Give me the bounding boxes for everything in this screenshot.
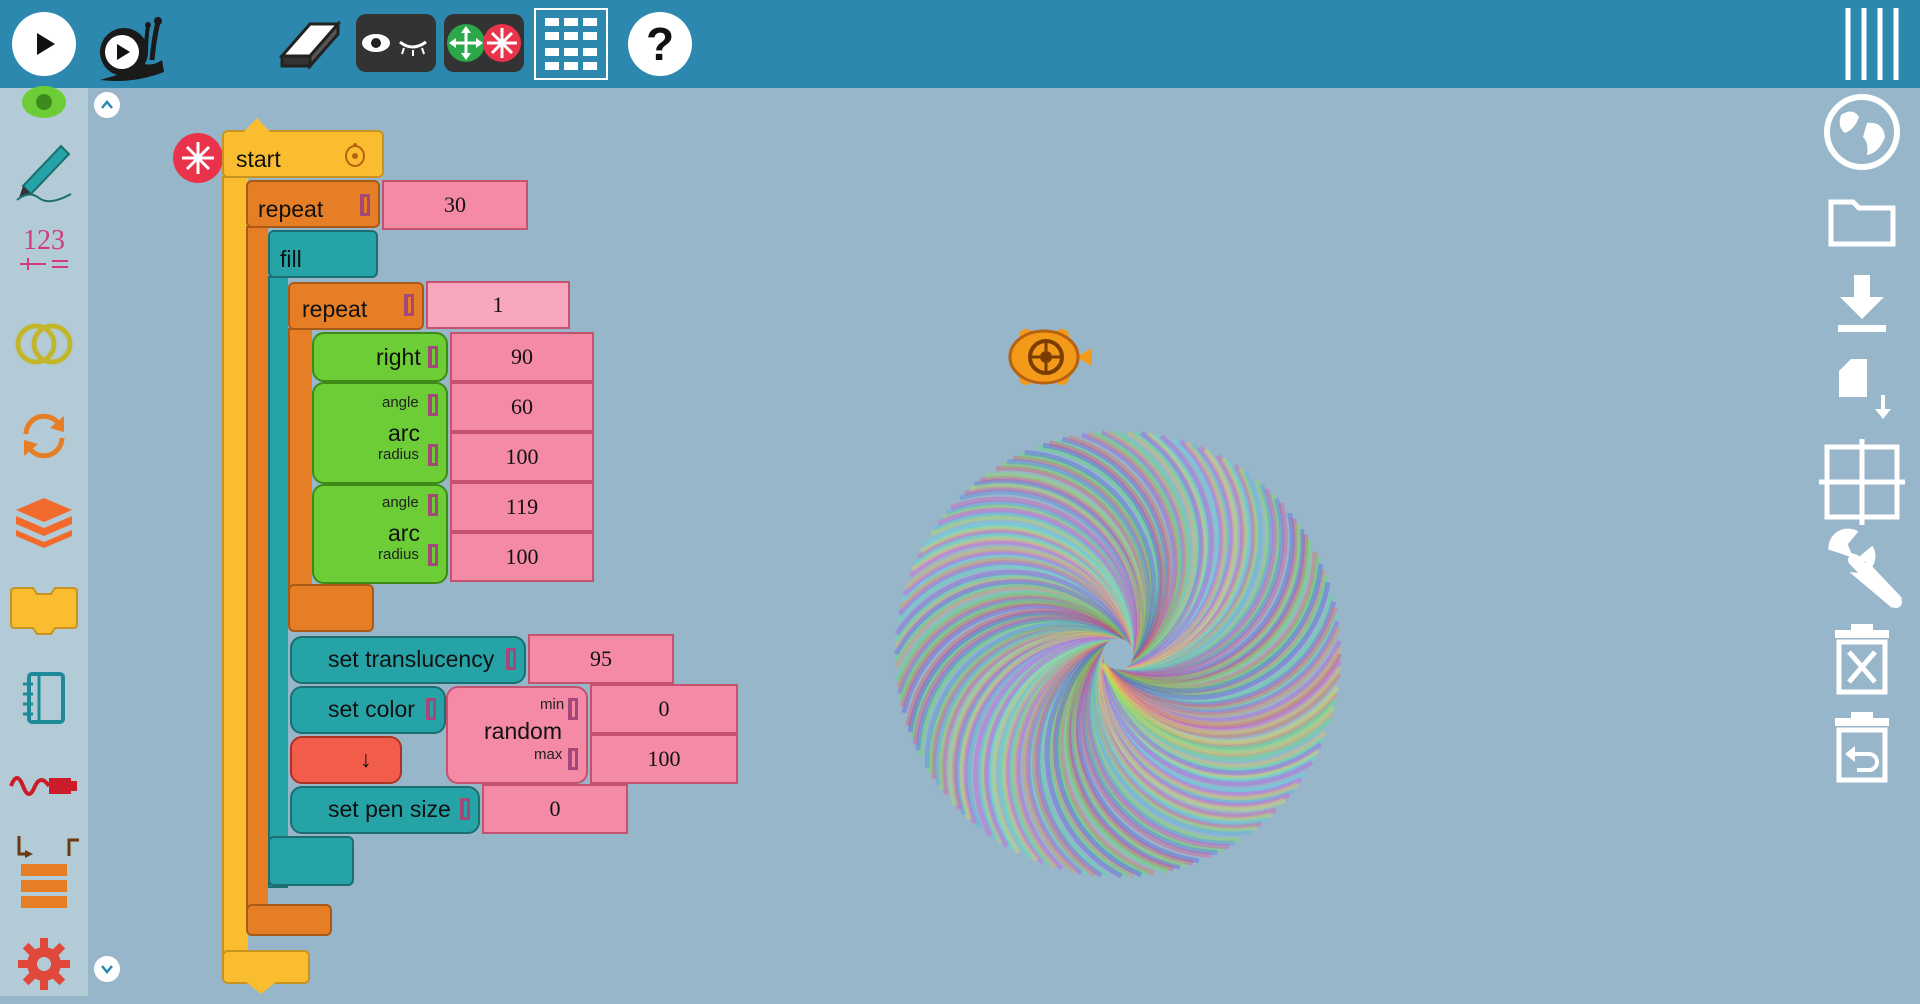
arc2-label: arc <box>388 520 420 546</box>
inner-repeat-connector <box>404 294 414 316</box>
save-button[interactable] <box>1804 264 1920 344</box>
random-max-connector <box>568 748 578 770</box>
trash-clear-icon <box>1835 624 1889 695</box>
turtle-sprite[interactable] <box>1006 324 1096 390</box>
inner-repeat-label: repeat <box>302 296 368 322</box>
random-min-input[interactable]: 0 <box>590 684 738 734</box>
set-translucency-connector <box>506 648 516 670</box>
start-hat-notch <box>242 118 272 134</box>
repeat-count-input[interactable]: 30 <box>382 180 528 230</box>
settings-button[interactable] <box>1804 528 1920 609</box>
random-min-label: min <box>540 696 565 713</box>
repeat-clamp <box>246 226 268 930</box>
inner-repeat-clamp <box>288 328 312 598</box>
start-bottom-notch <box>246 982 276 994</box>
start-label: start <box>236 146 281 172</box>
set-translucency-label: set translucency <box>328 646 495 672</box>
set-pen-size-connector <box>460 798 470 820</box>
repeat-label: repeat <box>258 196 324 222</box>
inner-repeat-count-input[interactable]: 1 <box>426 281 570 329</box>
arc-angle-connector <box>428 394 438 416</box>
arc-radius-label: radius <box>378 446 419 463</box>
arc-angle-label: angle <box>382 394 419 411</box>
restore-button[interactable] <box>1804 708 1920 788</box>
arc2-angle-connector <box>428 494 438 516</box>
arc-radius-connector <box>428 444 438 466</box>
trash-restore-icon <box>1835 712 1889 783</box>
set-pen-size-label: set pen size <box>328 796 451 822</box>
grid-button[interactable] <box>1804 439 1920 525</box>
save-as-button[interactable] <box>1804 350 1920 430</box>
wrench-icon <box>1828 528 1903 609</box>
crosshair-grid-icon <box>1819 439 1905 525</box>
start-clamp-foot <box>222 950 310 984</box>
download-icon <box>1838 275 1886 332</box>
start-stop-icon[interactable] <box>172 132 226 186</box>
arc2-angle-input[interactable]: 119 <box>450 482 594 532</box>
repeat-clamp-foot <box>246 904 332 936</box>
translucency-input[interactable]: 95 <box>528 634 674 684</box>
pen-down-block[interactable] <box>290 736 402 784</box>
right-label: right <box>376 344 421 370</box>
random-label: random <box>484 718 562 744</box>
right-connector <box>428 346 438 368</box>
globe-icon <box>1824 94 1900 170</box>
random-max-input[interactable]: 100 <box>590 734 738 784</box>
arc2-angle-label: angle <box>382 494 419 511</box>
set-color-connector <box>426 698 436 720</box>
arc2-radius-label: radius <box>378 546 419 563</box>
fill-clamp <box>268 276 288 888</box>
inner-repeat-clamp-foot <box>288 584 374 632</box>
pen-down-label: ↓ <box>360 746 372 772</box>
save-file-icon <box>1839 359 1891 419</box>
language-button[interactable] <box>1804 92 1920 172</box>
arc2-radius-connector <box>428 544 438 566</box>
pen-size-input[interactable]: 0 <box>482 784 628 834</box>
turtle-small-icon <box>345 143 365 167</box>
arc-angle-input[interactable]: 60 <box>450 382 594 432</box>
set-color-label: set color <box>328 696 415 722</box>
arc2-radius-input[interactable]: 100 <box>450 532 594 582</box>
open-button[interactable] <box>1804 180 1920 260</box>
fill-clamp-foot <box>268 836 354 886</box>
arc-label: arc <box>388 420 420 446</box>
arc-radius-input[interactable]: 100 <box>450 432 594 482</box>
random-max-label: max <box>534 746 563 763</box>
aux-toolbar <box>1804 88 1920 996</box>
folder-icon <box>1828 199 1896 247</box>
start-clamp <box>222 176 248 978</box>
random-min-connector <box>568 698 578 720</box>
repeat-connector <box>360 194 370 216</box>
clear-button[interactable] <box>1804 620 1920 700</box>
right-degrees-input[interactable]: 90 <box>450 332 594 382</box>
fill-label: fill <box>280 246 302 272</box>
